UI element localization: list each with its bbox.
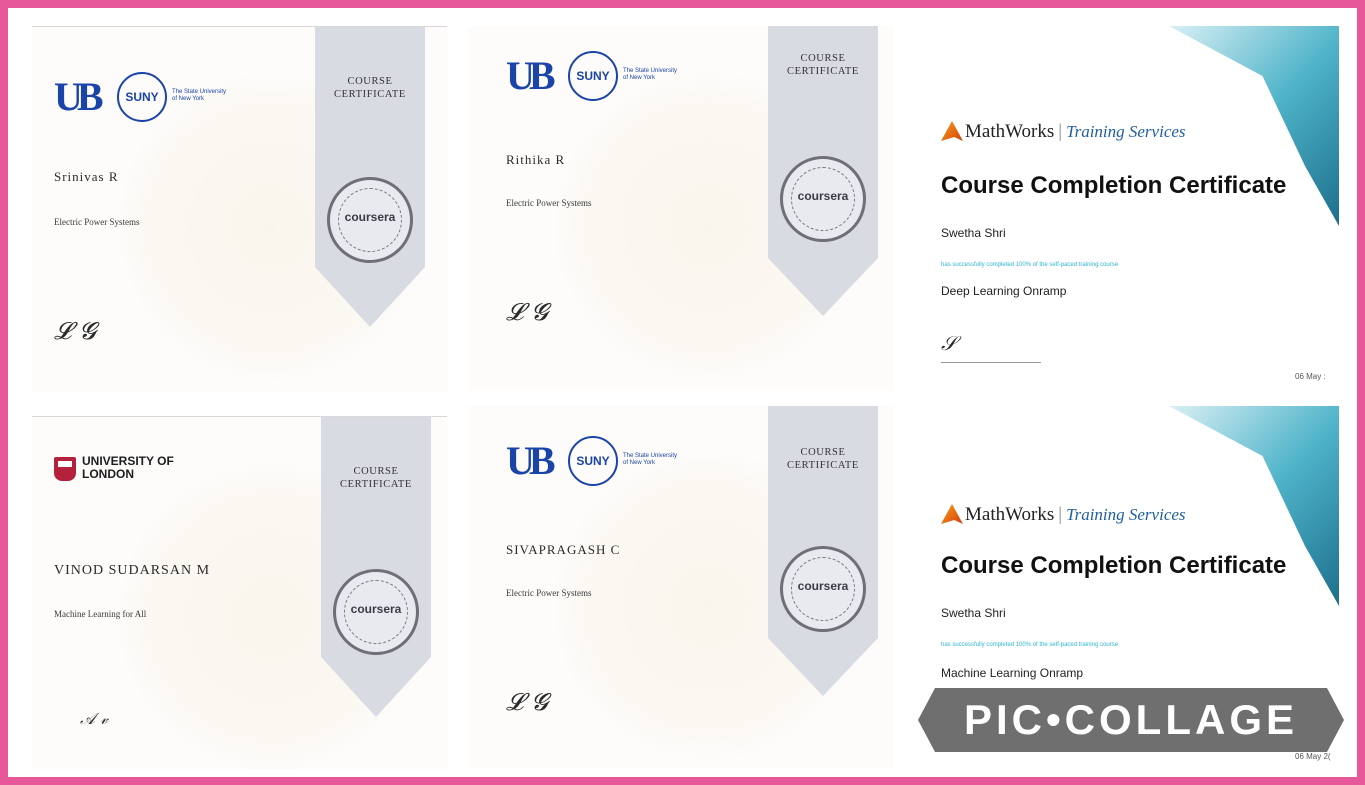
course-name: Deep Learning Onramp (941, 284, 1067, 298)
recipient-name: Swetha Shri (941, 606, 1006, 620)
mathworks-brand: MathWorks | Training Services (965, 504, 1186, 526)
recipient-name: SIVAPRAGASH C (506, 542, 621, 557)
completion-text: has successfully completed 100% of the s… (941, 262, 1119, 268)
ribbon-title: COURSE CERTIFICATE (787, 447, 859, 471)
university-of-london-crest-icon (54, 457, 76, 481)
brand-name: MathWorks (965, 504, 1055, 525)
course-name: Electric Power Systems (506, 198, 592, 208)
ribbon: COURSE CERTIFICATE coursera (315, 27, 425, 327)
certificate-mathworks-deep-learning: MathWorks | Training Services Course Compl… (911, 26, 1339, 391)
seal-text: coursera (797, 579, 849, 593)
signature: 𝒮 (941, 331, 957, 355)
certificate-rithika: UB SUNY The State University of New York… (468, 26, 893, 391)
mathworks-brand: MathWorks | Training Services (965, 121, 1186, 143)
suny-logo-icon: SUNY (568, 51, 618, 101)
ribbon-title: COURSE CERTIFICATE (340, 466, 412, 490)
institution-subtitle: The State University of New York (623, 453, 678, 466)
course-name: Machine Learning Onramp (941, 666, 1084, 680)
collage-board: UB SUNY The State University of New York… (8, 8, 1357, 777)
ribbon: COURSE CERTIFICATE coursera (768, 26, 878, 316)
suny-logo-icon: SUNY (568, 436, 618, 486)
certificate-srinivas: UB SUNY The State University of New York… (32, 26, 447, 392)
seal-text: coursera (344, 210, 396, 224)
issue-date: 06 May : (1295, 372, 1326, 381)
completion-text: has successfully completed 100% of the s… (941, 642, 1119, 648)
ribbon-title: COURSE CERTIFICATE (334, 76, 406, 100)
coursera-seal-icon: coursera (780, 156, 866, 242)
course-name: Machine Learning for All (54, 609, 147, 619)
recipient-name: VINOD SUDARSAN M (54, 563, 211, 578)
certificate-sivapragash: UB SUNY The State University of New York… (468, 406, 893, 768)
certificate-title: Course Completion Certificate (941, 552, 1287, 579)
ribbon-title: COURSE CERTIFICATE (787, 53, 859, 77)
ribbon: COURSE CERTIFICATE coursera (321, 417, 431, 717)
brand-separator: | (1058, 504, 1063, 525)
seal-text: coursera (797, 189, 849, 203)
institution-name: UNIVERSITY OF LONDON (82, 454, 174, 481)
certificate-vinod: UNIVERSITY OF LONDON VINOD SUDARSAN M Ma… (32, 416, 447, 769)
brand-separator: | (1058, 121, 1063, 142)
coursera-seal-icon: coursera (333, 569, 419, 655)
institution-subtitle: The State University of New York (623, 68, 678, 81)
recipient-name: Swetha Shri (941, 226, 1006, 240)
recipient-name: Rithika R (506, 152, 566, 167)
coursera-seal-icon: coursera (327, 177, 413, 263)
ribbon: COURSE CERTIFICATE coursera (768, 406, 878, 696)
service-name: Training Services (1066, 505, 1186, 524)
pic-collage-watermark: PIC•COLLAGE (918, 688, 1344, 752)
coursera-seal-icon: coursera (780, 546, 866, 632)
mathworks-logo-icon (941, 504, 963, 524)
course-name: Electric Power Systems (54, 217, 140, 227)
institution-subtitle: The State University of New York (172, 89, 227, 102)
suny-logo-icon: SUNY (117, 72, 167, 122)
mathworks-logo-icon (941, 121, 963, 141)
recipient-name: Srinivas R (54, 169, 119, 184)
course-name: Electric Power Systems (506, 588, 592, 598)
signature: 𝓛 𝓖 (506, 688, 548, 716)
certificate-title: Course Completion Certificate (941, 172, 1287, 199)
service-name: Training Services (1066, 122, 1186, 141)
signature: 𝓛 𝓖 (506, 298, 548, 326)
ub-logo-icon: UB (506, 438, 556, 483)
ub-logo-icon: UB (54, 74, 104, 119)
signature: 𝒜 𝓋 (80, 709, 109, 728)
issue-date: 06 May 2( (1295, 752, 1331, 761)
seal-text: coursera (350, 602, 402, 616)
brand-name: MathWorks (965, 121, 1055, 142)
signature-line (941, 362, 1041, 363)
signature: 𝓛 𝓖 (54, 317, 96, 345)
ub-logo-icon: UB (506, 53, 556, 98)
